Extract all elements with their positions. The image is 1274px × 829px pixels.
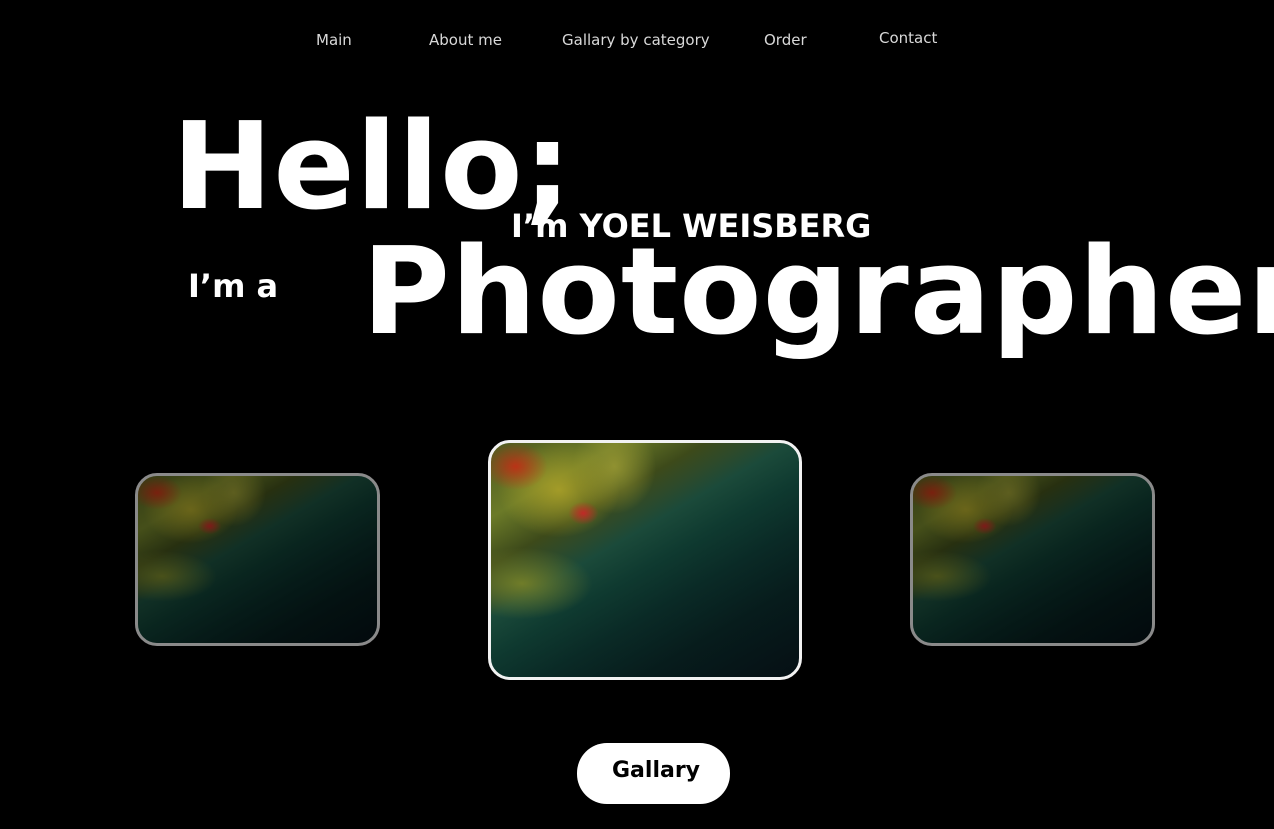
nav-item-order[interactable]: Order	[764, 31, 807, 49]
hero-profession-heading: Photographer	[362, 223, 1274, 362]
nav-item-contact[interactable]: Contact	[879, 29, 937, 47]
nav-item-gallery-by-category[interactable]: Gallary by category	[562, 31, 710, 49]
photo-dim-overlay	[913, 476, 1152, 643]
hero-im-a-text: I’m a	[188, 267, 279, 305]
photo-dim-overlay	[138, 476, 377, 643]
nav-item-about-me[interactable]: About me	[429, 31, 502, 49]
carousel-photo-active[interactable]	[488, 440, 802, 680]
photo-dim-overlay	[491, 443, 799, 677]
nav-item-main[interactable]: Main	[316, 31, 352, 49]
gallery-button[interactable]: Gallary	[577, 743, 730, 804]
page: Main About me Gallary by category Order …	[0, 0, 1274, 829]
carousel-photo-next[interactable]	[910, 473, 1155, 646]
carousel-photo-previous[interactable]	[135, 473, 380, 646]
